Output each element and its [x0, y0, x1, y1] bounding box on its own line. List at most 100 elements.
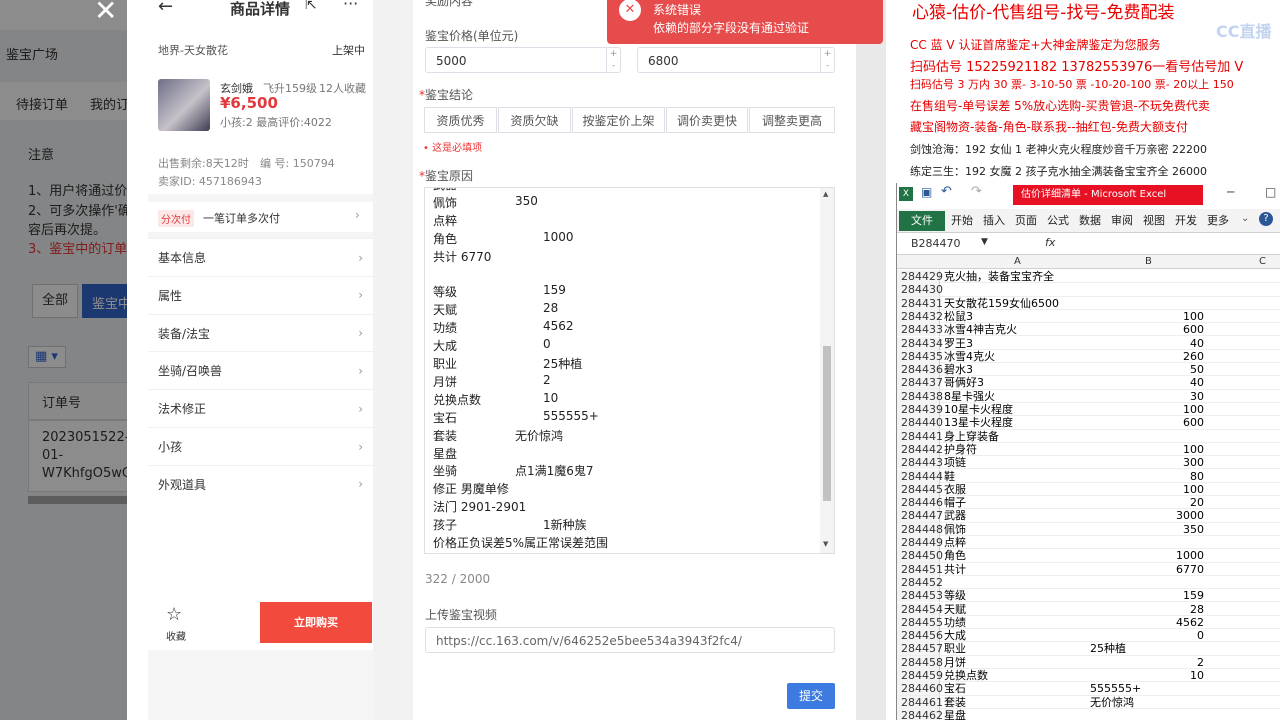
ribbon-tab[interactable]: 插入	[979, 211, 1009, 231]
cell-a[interactable]: 身上穿装备	[944, 430, 1088, 443]
option-excellent[interactable]: 资质优秀	[424, 107, 497, 133]
scroll-up-icon[interactable]: ▲	[823, 190, 828, 198]
cell-b[interactable]: 100	[1090, 443, 1206, 456]
option-list-at-price[interactable]: 按鉴定价上架	[572, 107, 665, 133]
cell-a[interactable]: 宝石	[944, 682, 1088, 695]
option-adjust-faster[interactable]: 调价卖更快	[666, 107, 748, 133]
col-header-B[interactable]: B	[1145, 256, 1152, 267]
row-number[interactable]: 284444	[897, 469, 943, 483]
col-header-A[interactable]: A	[1014, 256, 1021, 267]
cell-b[interactable]: 100	[1090, 403, 1206, 416]
ribbon-tab[interactable]: 公式	[1043, 211, 1073, 231]
cell-a[interactable]: 武器	[944, 509, 1088, 522]
row-number[interactable]: 284452	[897, 575, 943, 589]
close-icon[interactable]: ✕	[94, 0, 117, 27]
cell-a[interactable]: 大成	[944, 629, 1088, 642]
reason-textarea[interactable]: 武器 3000 佩饰 350 点粹角色 1000 共计 6770 等级 159 天赋 28 功绩 456…	[424, 187, 835, 554]
row-number[interactable]: 284431	[897, 296, 943, 310]
row-number[interactable]: 284436	[897, 363, 943, 377]
submit-button[interactable]: 提交	[787, 683, 835, 709]
option-lacking[interactable]: 资质欠缺	[498, 107, 571, 133]
row-number[interactable]: 284432	[897, 309, 943, 323]
phone-menu-item[interactable]: 坐骑/召唤兽 ›	[148, 351, 373, 389]
cell-a[interactable]: 天赋	[944, 603, 1088, 616]
name-box-dropdown-icon[interactable]: ▼	[981, 237, 988, 247]
cell-b[interactable]: 159	[1090, 589, 1206, 602]
save-icon[interactable]: ▣	[921, 185, 932, 199]
cell-b[interactable]: 2	[1090, 656, 1206, 669]
cell-a[interactable]: 月饼	[944, 656, 1088, 669]
option-adjust-higher[interactable]: 调整卖更高	[749, 107, 835, 133]
cell-a[interactable]: 罗王3	[944, 337, 1088, 350]
phone-menu-item[interactable]: 属性 ›	[148, 275, 373, 314]
price-min-stepper[interactable]: + -	[606, 48, 620, 72]
cell-a[interactable]: 冰雪4神吉克火	[944, 323, 1088, 336]
cell-a[interactable]: 护身符	[944, 443, 1088, 456]
ribbon-tab[interactable]: 页面	[1011, 211, 1041, 231]
video-url-input[interactable]: https://cc.163.com/v/646252e5bee534a3943…	[425, 627, 835, 653]
phone-menu-item[interactable]: 装备/法宝 ›	[148, 313, 373, 352]
cell-b[interactable]: 300	[1090, 456, 1206, 469]
cell-b[interactable]: 25种植	[1090, 642, 1206, 655]
cell-b[interactable]: 1000	[1090, 549, 1206, 562]
undo-icon[interactable]: ↶	[941, 184, 952, 199]
cell-a[interactable]: 天女散花159女仙6500	[944, 297, 1088, 310]
installment-row[interactable]: 分次付 一笔订单多次付 ›	[148, 202, 373, 232]
cell-a[interactable]: 松鼠3	[944, 310, 1088, 323]
row-number[interactable]: 284455	[897, 615, 943, 629]
cell-b[interactable]: 40	[1090, 337, 1206, 350]
ribbon-tab[interactable]: 审阅	[1107, 211, 1137, 231]
row-number[interactable]: 284456	[897, 629, 943, 643]
cell-a[interactable]: 冰雪4克火	[944, 350, 1088, 363]
row-number[interactable]: 284451	[897, 562, 943, 576]
cell-a[interactable]: 共计	[944, 563, 1088, 576]
phone-menu-item[interactable]: 法术修正 ›	[148, 389, 373, 427]
row-number[interactable]: 284461	[897, 695, 943, 709]
phone-menu-item[interactable]: 外观道具 ›	[148, 464, 373, 503]
row-number[interactable]: 284437	[897, 376, 943, 390]
scroll-down-icon[interactable]: ▼	[823, 540, 828, 548]
row-number[interactable]: 284448	[897, 522, 943, 536]
row-number[interactable]: 284447	[897, 509, 943, 523]
row-number[interactable]: 284435	[897, 349, 943, 363]
cell-a[interactable]: 帽子	[944, 496, 1088, 509]
row-number[interactable]: 284458	[897, 655, 943, 669]
ribbon-tab[interactable]: 开始	[947, 211, 977, 231]
cell-a[interactable]: 角色	[944, 549, 1088, 562]
cell-a[interactable]: 兑换点数	[944, 669, 1088, 682]
cell-b[interactable]: 600	[1090, 416, 1206, 429]
ribbon-collapse-icon[interactable]: ⌄	[1241, 213, 1249, 224]
cell-b[interactable]: 50	[1090, 363, 1206, 376]
cell-a[interactable]: 鞋	[944, 470, 1088, 483]
cell-a[interactable]: 项链	[944, 456, 1088, 469]
price-min-input[interactable]: 5000 + -	[425, 47, 621, 73]
cell-b[interactable]: 0	[1090, 629, 1206, 642]
cell-a[interactable]: 10星卡火程度	[944, 403, 1088, 416]
row-number[interactable]: 284460	[897, 682, 943, 696]
ribbon-tab[interactable]: 数据	[1075, 211, 1105, 231]
ribbon-tab[interactable]: 文件	[899, 211, 945, 231]
scroll-thumb[interactable]	[823, 346, 831, 501]
cell-b[interactable]: 100	[1090, 483, 1206, 496]
cell-a[interactable]: 星盘	[944, 709, 1088, 720]
textarea-scrollbar[interactable]: ▲ ▼	[820, 188, 834, 553]
cell-b[interactable]: 3000	[1090, 509, 1206, 522]
cell-b[interactable]: 4562	[1090, 616, 1206, 629]
ribbon-tab[interactable]: 视图	[1139, 211, 1169, 231]
row-number[interactable]: 284442	[897, 442, 943, 456]
help-icon[interactable]: ?	[1259, 212, 1273, 226]
maximize-icon[interactable]: □	[1265, 185, 1276, 199]
cell-b[interactable]: 600	[1090, 323, 1206, 336]
cell-b[interactable]: 40	[1090, 376, 1206, 389]
cell-b[interactable]: 28	[1090, 603, 1206, 616]
row-number[interactable]: 284450	[897, 549, 943, 563]
cell-b[interactable]: 350	[1090, 523, 1206, 536]
share-icon[interactable]: ⇱	[305, 0, 317, 13]
cell-b[interactable]: 555555+	[1090, 682, 1206, 695]
cell-b[interactable]: 100	[1090, 310, 1206, 323]
row-number[interactable]: 284434	[897, 336, 943, 350]
back-arrow-icon[interactable]: ←	[158, 0, 173, 17]
cell-a[interactable]: 点粹	[944, 536, 1088, 549]
phone-menu-item[interactable]: 基本信息 ›	[148, 238, 373, 276]
ribbon-tab[interactable]: 开发	[1171, 211, 1201, 231]
